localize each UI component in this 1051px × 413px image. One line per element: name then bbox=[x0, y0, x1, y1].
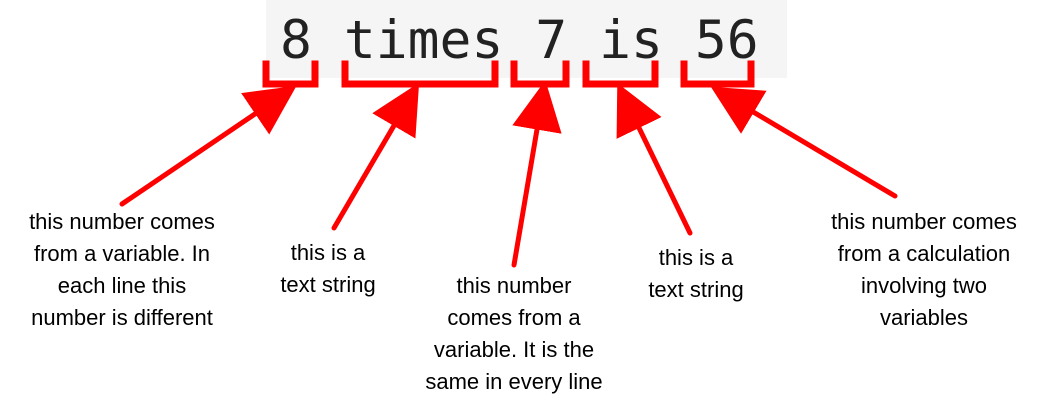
arrow-to-token-56 bbox=[710, 86, 898, 199]
bracket-token-times bbox=[341, 60, 499, 88]
bracket-token-8 bbox=[262, 60, 319, 88]
arrow-to-token-times bbox=[331, 82, 420, 231]
bracket-token-56 bbox=[680, 60, 755, 88]
annotation-label-is-string: this is a text string bbox=[648, 245, 744, 302]
annotation-label-second-number: this number comes from a variable. It is… bbox=[425, 273, 603, 394]
bracket-token-7 bbox=[510, 60, 570, 88]
token-brackets bbox=[262, 60, 755, 88]
bracket-token-is bbox=[582, 60, 659, 88]
arrow-to-token-8 bbox=[119, 85, 297, 207]
arrow-to-token-7 bbox=[511, 80, 562, 268]
annotation-label-result: this number comes from a calculation inv… bbox=[831, 209, 1017, 330]
annotation-label-first-number: this number comes from a variable. In ea… bbox=[29, 209, 215, 330]
arrow-to-token-is bbox=[616, 83, 693, 236]
annotation-label-times-string: this is a text string bbox=[280, 240, 376, 297]
